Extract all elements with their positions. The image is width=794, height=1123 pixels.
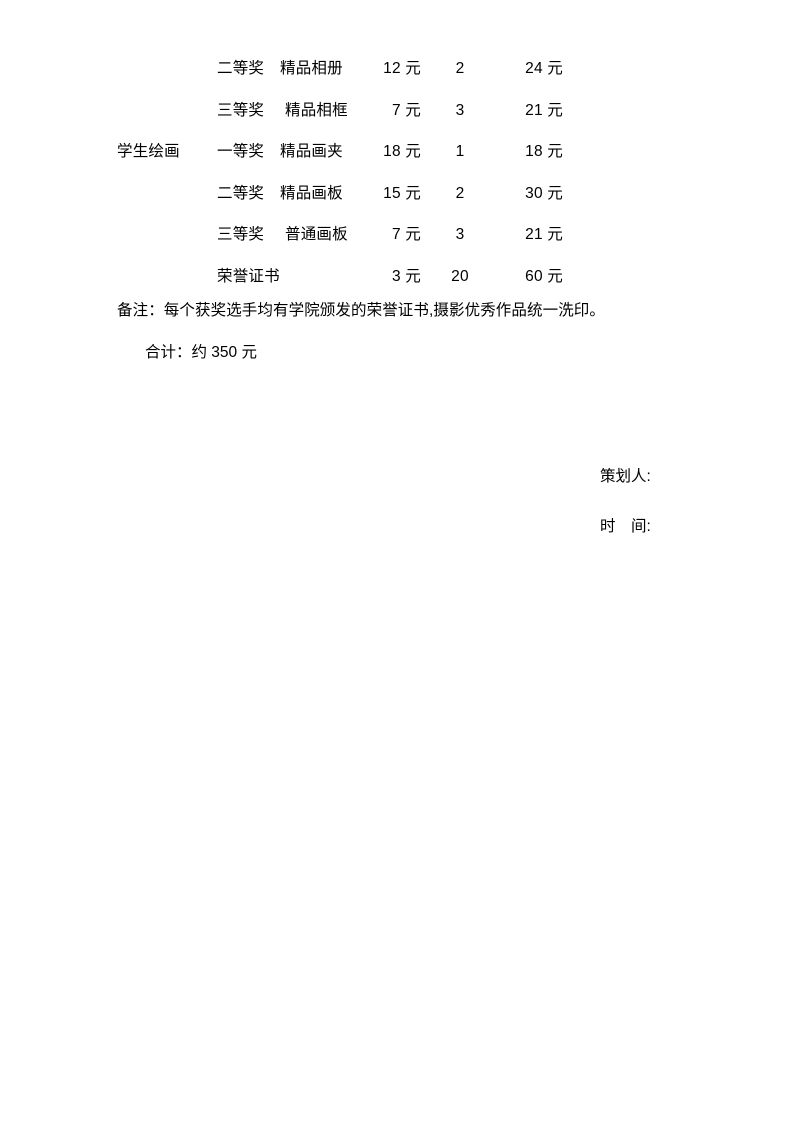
- remark-text: 备注：每个获奖选手均有学院颁发的荣誉证书,摄影优秀作品统一洗印。: [117, 302, 606, 319]
- row-prize-level: 一等奖: [217, 143, 265, 160]
- row-category: [117, 173, 213, 215]
- row-subtotal: 24 元: [525, 60, 563, 77]
- row-unit-price: 18 元: [383, 143, 421, 160]
- row-unit-price: 7 元: [391, 226, 421, 243]
- row-prize-level: 三等奖: [217, 101, 265, 119]
- row-category: 学生绘画: [117, 143, 180, 160]
- row-prize-level: 二等奖: [217, 60, 265, 77]
- prize-budget-table: 二等奖 精品相册 12 元 2 24 元 三等奖 精品相框 7 元 3 21 元…: [0, 48, 794, 297]
- table-row: 荣誉证书 3 元 20 60 元: [0, 256, 794, 298]
- row-subtotal: 60 元: [525, 267, 563, 285]
- row-subtotal: 18 元: [525, 143, 563, 160]
- table-row: 学生绘画 一等奖 精品画夹 18 元 1 18 元: [0, 131, 794, 173]
- row-subtotal: 21 元: [525, 101, 563, 119]
- row-unit-price: 15 元: [383, 184, 421, 202]
- table-row: 二等奖 精品相册 12 元 2 24 元: [0, 48, 794, 90]
- row-quantity: 3: [455, 101, 465, 119]
- row-subtotal: 21 元: [525, 226, 563, 243]
- table-row: 三等奖 精品相框 7 元 3 21 元: [0, 90, 794, 132]
- row-unit-price: 3 元: [391, 267, 421, 285]
- row-unit-price: 12 元: [383, 60, 421, 77]
- row-prize-level: 二等奖: [217, 184, 265, 202]
- row-prize-level: 荣誉证书: [217, 267, 280, 285]
- table-row: 三等奖 普通画板 7 元 3 21 元: [0, 214, 794, 256]
- table-row: 二等奖 精品画板 15 元 2 30 元: [0, 173, 794, 215]
- row-quantity: 3: [455, 226, 465, 243]
- row-category: [117, 214, 213, 256]
- document-page: 二等奖 精品相册 12 元 2 24 元 三等奖 精品相框 7 元 3 21 元…: [0, 0, 794, 1123]
- row-prize-level: 三等奖: [217, 226, 265, 243]
- signature-spacer: [600, 488, 651, 516]
- row-category: [117, 256, 213, 298]
- row-quantity: 2: [455, 60, 465, 77]
- planner-label: 策划人:: [600, 468, 651, 485]
- date-label: 时 间:: [600, 518, 651, 535]
- row-quantity: 1: [455, 143, 465, 160]
- total-amount-text: 合计：约 350 元: [145, 344, 257, 361]
- row-category: [117, 48, 213, 90]
- row-subtotal: 30 元: [525, 184, 563, 202]
- signature-block: 策划人: 时 间:: [600, 466, 651, 538]
- row-unit-price: 7 元: [391, 101, 421, 119]
- row-quantity: 20: [451, 267, 469, 285]
- row-category: [117, 90, 213, 132]
- row-quantity: 2: [455, 184, 465, 202]
